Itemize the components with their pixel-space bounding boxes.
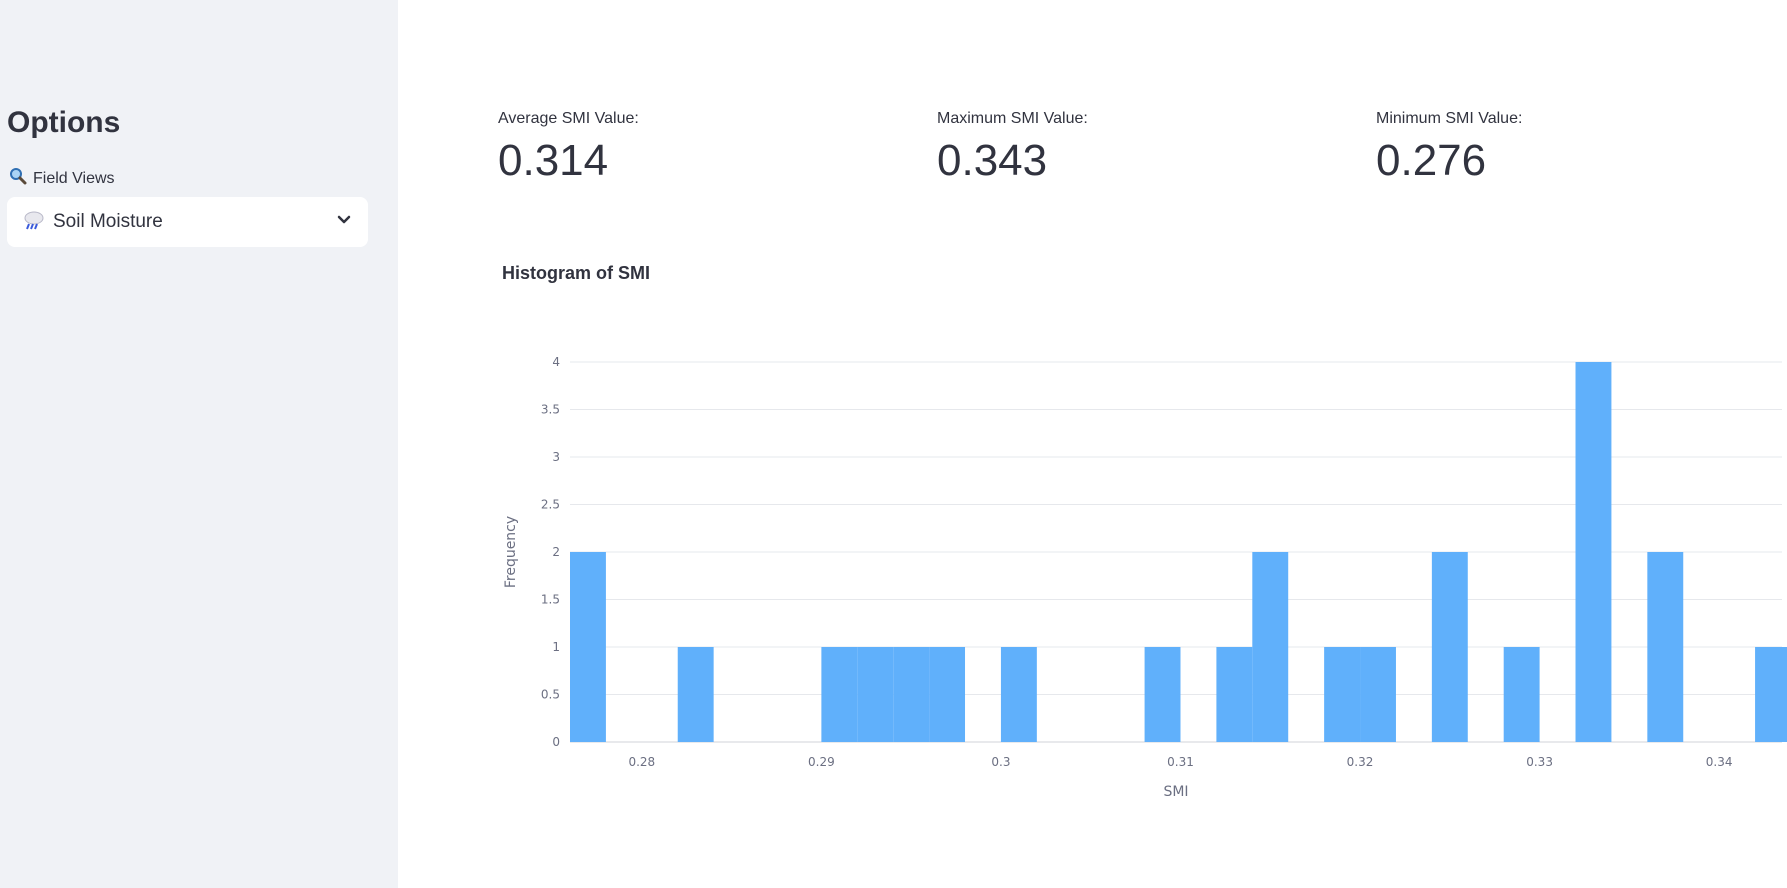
x-tick-label: 0.29: [808, 755, 835, 769]
histogram-chart: 0 0.5 1 1.5 2 2.5 3 3.5 4 0.28 0.29 0.3 0.31 0.32 0.3…: [503, 355, 1787, 800]
y-axis-title: Frequency: [503, 516, 519, 588]
y-tick-label: 2: [552, 545, 560, 559]
x-tick-label: 0.28: [628, 755, 655, 769]
histogram-bar[interactable]: [893, 647, 930, 742]
histogram-bar[interactable]: [1431, 552, 1468, 742]
y-tick-label: 3.5: [541, 403, 560, 417]
x-tick-label: 0.3: [991, 755, 1010, 769]
y-tick-label: 1.5: [541, 593, 560, 607]
histogram-bar[interactable]: [857, 647, 894, 742]
histogram-bar[interactable]: [1575, 362, 1612, 742]
y-tick-label: 0.5: [541, 688, 560, 702]
histogram-bar[interactable]: [821, 647, 858, 742]
x-tick-label: 0.31: [1167, 755, 1194, 769]
y-tick-label: 4: [552, 355, 560, 369]
y-tick-label: 0: [552, 735, 560, 749]
x-tick-label: 0.32: [1347, 755, 1374, 769]
histogram-bar[interactable]: [1755, 647, 1787, 742]
x-tick-label: 0.34: [1706, 755, 1733, 769]
histogram-bar[interactable]: [1216, 647, 1253, 742]
histogram-bar[interactable]: [1144, 647, 1181, 742]
y-tick-label: 1: [552, 640, 560, 654]
histogram-bar[interactable]: [1252, 552, 1289, 742]
histogram-bar[interactable]: [1647, 552, 1684, 742]
histogram-bar[interactable]: [1503, 647, 1540, 742]
histogram-bar[interactable]: [929, 647, 966, 742]
histogram-bar[interactable]: [1000, 647, 1037, 742]
histogram-bar[interactable]: [1360, 647, 1396, 742]
x-tick-label: 0.33: [1526, 755, 1553, 769]
y-tick-label: 2.5: [541, 498, 560, 512]
histogram-bar[interactable]: [570, 552, 606, 742]
x-axis-title: SMI: [1163, 784, 1188, 800]
y-tick-label: 3: [552, 450, 560, 464]
histogram-bar[interactable]: [1324, 647, 1361, 742]
histogram-bar[interactable]: [677, 647, 714, 742]
